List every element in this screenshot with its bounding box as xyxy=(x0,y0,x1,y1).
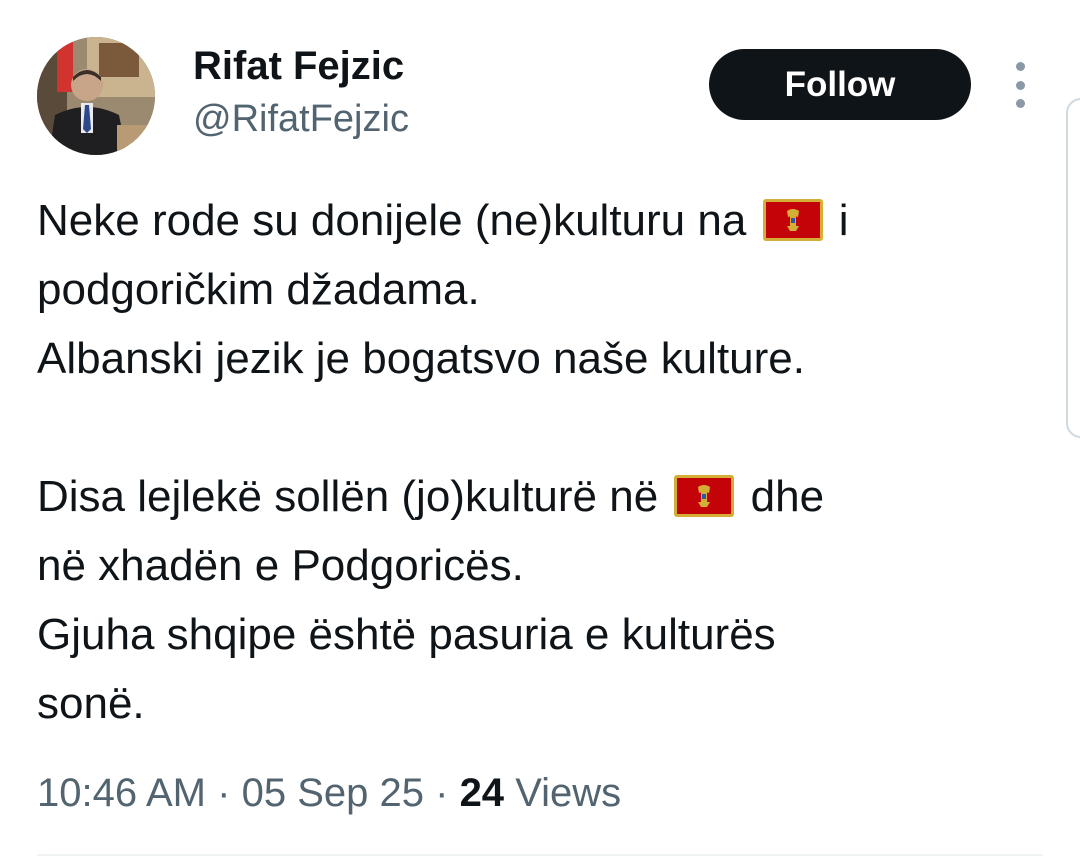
tweet-line: sonë. xyxy=(37,679,145,728)
tweet-text-span: dhe xyxy=(750,472,825,521)
more-dot xyxy=(1015,62,1025,71)
author-handle[interactable]: @RifatFejzic xyxy=(193,96,409,142)
tweet-line: Disa lejlekë sollën (jo)kulturë në dhe xyxy=(37,462,1047,531)
more-dot xyxy=(1015,80,1025,90)
tweet-line: Gjuha shqipe është pasuria e kulturës xyxy=(37,610,776,659)
tweet-line: në xhadën e Podgoricës. xyxy=(37,541,524,590)
more-dot xyxy=(1015,99,1025,108)
avatar-photo-icon xyxy=(37,37,155,155)
tweet-text-span: Disa lejlekë sollën (jo)kulturë në xyxy=(37,472,659,521)
follow-button[interactable]: Follow xyxy=(709,49,971,120)
tweet-date[interactable]: 05 Sep 25 xyxy=(242,771,424,815)
author-display-name[interactable]: Rifat Fejzic xyxy=(193,42,404,90)
more-options-icon[interactable] xyxy=(1004,62,1036,108)
tweet-line: Neke rode su donijele (ne)kulturu na i xyxy=(37,186,1047,255)
tweet-line: Albanski jezik je bogatsvo naše kulture. xyxy=(37,334,805,383)
montenegro-flag-icon xyxy=(762,199,823,241)
tweet-time[interactable]: 10:46 AM xyxy=(37,771,206,815)
tweet-line: podgoričkim džadama. xyxy=(37,265,480,314)
side-panel-edge xyxy=(1066,98,1080,438)
tweet-text-span: i xyxy=(838,196,849,245)
meta-separator: · xyxy=(217,771,231,815)
divider xyxy=(37,854,1043,856)
author-avatar[interactable] xyxy=(37,37,155,155)
views-label: Views xyxy=(515,771,622,815)
tweet-meta: 10:46 AM · 05 Sep 25 · 24 Views xyxy=(37,764,621,822)
tweet-text-span: Neke rode su donijele (ne)kulturu na xyxy=(37,196,747,245)
views-count: 24 xyxy=(459,771,505,815)
meta-separator: · xyxy=(435,771,449,815)
montenegro-flag-icon xyxy=(674,475,735,517)
tweet-text: Neke rode su donijele (ne)kulturu na i p… xyxy=(37,186,1047,738)
